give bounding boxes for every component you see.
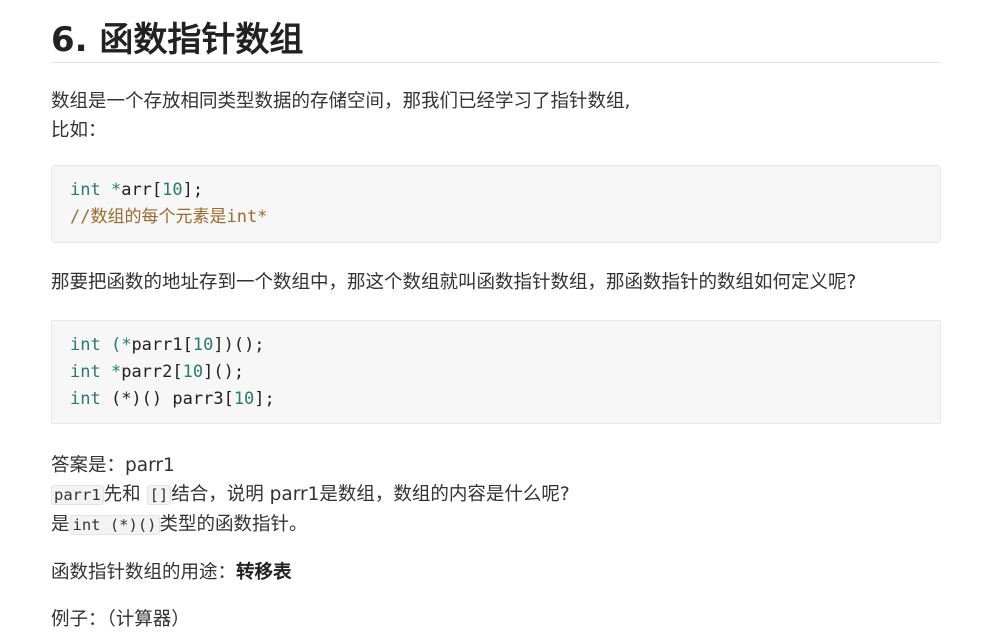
article-content: 6. 函数指针数组 数组是一个存放相同类型数据的存储空间，那我们已经学习了指针数… [51,0,941,634]
answer-paragraph: 答案是：parr1 parr1 先和 [] 结合，说明 parr1是数组，数组的内容… [51,451,941,540]
code-block-function-pointer-array: int (*parr1[10])(); int *parr2[10](); in… [51,320,941,424]
code-identifier: parr1 [131,335,183,355]
example-paragraph: 例子：（计算器） [51,609,190,630]
answer-text: 是 [51,514,70,535]
answer-text: 结合，说明 parr1是数组，数组的内容是什么呢? [171,484,570,505]
inline-code-parr1: parr1 [51,485,104,505]
code-punct: [ [182,335,193,355]
section-heading: 6. 函数指针数组 [51,20,304,60]
heading-divider [51,62,941,63]
answer-line-1: 答案是：parr1 [51,455,175,476]
code-punct: ](); [203,362,245,382]
code-operator: (* [100,335,132,355]
code-punct: ]; [182,180,204,200]
code-punct: [ [172,362,183,382]
code-keyword: int [70,389,101,409]
inline-code-brackets: [] [146,485,172,505]
intro-paragraph: 数组是一个存放相同类型数据的存储空间，那我们已经学习了指针数组, 比如： [51,87,941,145]
usage-label: 函数指针数组的用途： [51,562,237,583]
code-operator: (*)() [100,389,173,409]
answer-text: 先和 [103,484,141,505]
code-punct: [ [223,389,234,409]
usage-paragraph: 函数指针数组的用途：转移表 [51,558,941,587]
inline-code-func-ptr-type: int (*)() [69,515,160,535]
code-operator: * [100,180,122,200]
code-identifier: arr [121,180,152,200]
code-number: 10 [192,335,214,355]
code-punct: ]; [254,389,275,409]
code-number: 10 [233,389,255,409]
code-punct: ])(); [213,335,265,355]
code-identifier: parr2 [121,362,173,382]
usage-emphasis: 转移表 [236,562,292,583]
intro-line-2: 比如： [51,120,107,141]
code-keyword: int [70,180,101,200]
intro-line-1: 数组是一个存放相同类型数据的存储空间，那我们已经学习了指针数组, [51,91,631,112]
code-comment: //数组的每个元素是int* [70,207,268,227]
question-paragraph: 那要把函数的地址存到一个数组中，那这个数组就叫函数指针数组，那函数指针的数组如何… [51,272,857,293]
code-identifier: parr3 [172,389,224,409]
code-punct: [ [151,180,163,200]
code-number: 10 [162,180,183,200]
answer-text: 类型的函数指针。 [159,514,308,535]
code-number: 10 [182,362,204,382]
code-operator: * [100,362,122,382]
code-keyword: int [70,362,101,382]
code-block-pointer-array: int *arr[10]; //数组的每个元素是int* [51,165,941,243]
code-keyword: int [70,335,101,355]
